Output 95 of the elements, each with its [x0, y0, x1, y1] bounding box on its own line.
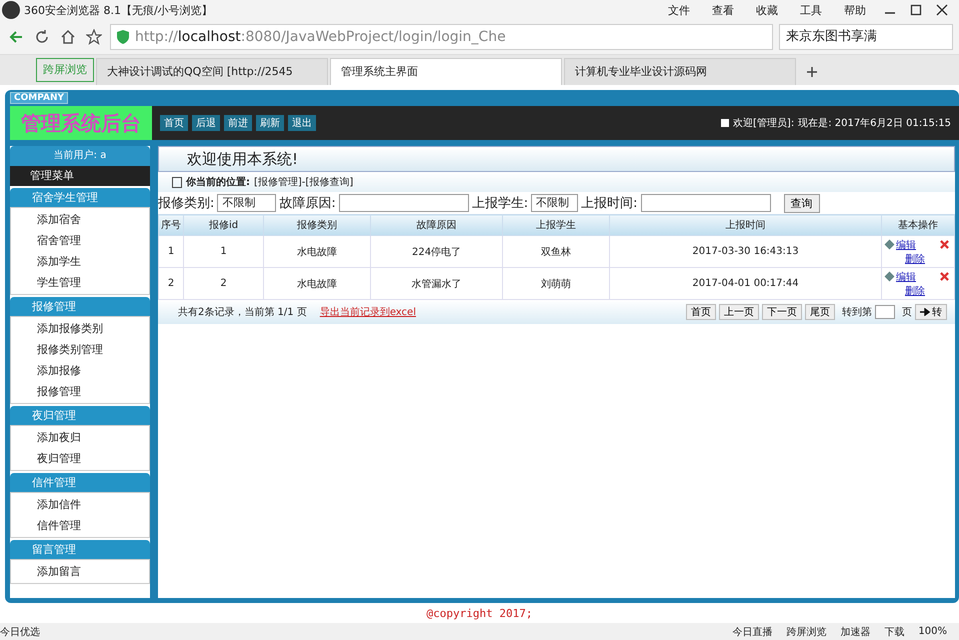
type-select[interactable]: 不限制 [217, 194, 276, 212]
welcome-banner: 欢迎使用本系统! [158, 146, 955, 172]
menu-item[interactable]: 收藏 [747, 2, 787, 18]
delete-link[interactable]: 删除 [905, 254, 925, 264]
status-item[interactable]: 下载 [884, 624, 904, 638]
column-header: 报修类别 [264, 214, 371, 236]
app-title: 管理系统后台 [10, 106, 152, 140]
address-field[interactable]: http://localhost:8080/JavaWebProject/login/login_Che [110, 24, 773, 50]
export-link[interactable]: 导出当前记录到excel [320, 305, 416, 319]
window-title: 360安全浏览器 8.1【无痕/小号浏览】 [24, 2, 213, 18]
time-field[interactable] [640, 194, 771, 212]
column-header: 序号 [158, 214, 184, 236]
table-cell: 双鱼林 [502, 236, 610, 268]
browser-tab[interactable]: 计算机专业毕业设计源码网 [564, 58, 796, 85]
delete-icon[interactable] [940, 240, 949, 249]
table-cell: 224停电了 [370, 236, 502, 268]
column-header: 故障原因 [370, 214, 502, 236]
page-field[interactable] [875, 305, 895, 319]
sidebar-item[interactable]: 添加留言 [11, 561, 149, 582]
delete-icon[interactable] [940, 272, 949, 281]
status-item[interactable]: 跨屏浏览 [786, 624, 826, 638]
zoom-level[interactable]: 100% [918, 626, 947, 637]
status-item[interactable]: 加速器 [840, 624, 870, 638]
record-summary: 共有2条记录，当前第 1/1 页 [178, 306, 307, 319]
sidebar-item[interactable]: 学生管理 [11, 272, 149, 293]
table-cell: 1 [184, 236, 264, 268]
filter-label: 上报学生: [472, 195, 528, 212]
sidebar-item[interactable]: 添加报修 [11, 360, 149, 381]
toolbar-button[interactable]: 首页 [160, 115, 188, 131]
shield-icon [117, 30, 129, 44]
sidebar-item[interactable]: 报修类别管理 [11, 339, 149, 360]
filter-label: 报修类别: [158, 195, 214, 212]
welcome-text: 欢迎[管理员]: [733, 116, 794, 130]
location-label: 你当前的位置: [186, 176, 250, 189]
menu-item[interactable]: 文件 [659, 2, 699, 18]
toolbar-button[interactable]: 后退 [192, 115, 220, 131]
query-button[interactable]: 查询 [784, 194, 820, 212]
column-header: 报修id [184, 214, 264, 236]
current-user-bar: 当前用户: a [10, 146, 150, 166]
table-cell: 2017-03-30 16:43:13 [610, 236, 882, 268]
status-text[interactable]: 今日优选 [0, 624, 40, 638]
filter-label: 故障原因: [279, 195, 336, 212]
reload-button[interactable] [34, 29, 50, 45]
delete-link[interactable]: 删除 [905, 286, 925, 296]
copyright-text: @copyright 2017; [426, 606, 534, 622]
pager-button[interactable]: 首页 [686, 304, 716, 320]
edit-link[interactable]: 编辑 [896, 270, 916, 284]
sidebar-item[interactable]: 夜归管理 [11, 448, 149, 469]
menu-title: 管理菜单 [10, 166, 150, 186]
filter-label: 上报时间: [581, 195, 638, 212]
column-header: 基本操作 [882, 214, 954, 236]
column-header: 上报学生 [502, 214, 610, 236]
sidebar-item[interactable]: 添加信件 [11, 494, 149, 515]
column-header: 上报时间 [610, 214, 882, 236]
breadcrumb: [报修管理]-[报修查询] [254, 176, 354, 189]
reason-field[interactable] [338, 194, 469, 212]
go-button[interactable]: 转 [915, 304, 947, 320]
square-icon [721, 119, 730, 127]
toolbar-button[interactable]: 退出 [288, 115, 316, 131]
arrow-icon [920, 308, 930, 316]
table-cell: 1 [158, 236, 184, 268]
browser-tab[interactable]: 大神设计调试的QQ空间 [http://2545 [96, 58, 328, 85]
sidebar-item[interactable]: 报修管理 [11, 381, 149, 402]
company-label: COMPANY [10, 92, 68, 104]
status-item[interactable]: 今日直播 [732, 624, 772, 638]
page-unit-label: 页 [902, 306, 912, 319]
student-select[interactable]: 不限制 [531, 194, 578, 212]
menu-item[interactable]: 工具 [791, 2, 831, 18]
pager-button[interactable]: 上一页 [719, 304, 759, 320]
maximize-button[interactable] [910, 4, 922, 16]
menu-item[interactable]: 查看 [703, 2, 743, 18]
browser-logo-icon [2, 1, 20, 19]
edit-link[interactable]: 编辑 [896, 238, 916, 252]
browser-tab[interactable]: 管理系统主界面 [330, 58, 562, 85]
sidebar-item[interactable]: 添加报修类别 [11, 318, 149, 339]
table-cell: 水电故障 [264, 236, 371, 268]
pager-button[interactable]: 下一页 [762, 304, 802, 320]
pager-button[interactable]: 尾页 [805, 304, 835, 320]
sidebar-item[interactable]: 添加宿舍 [11, 209, 149, 230]
new-tab-button[interactable] [806, 66, 818, 78]
sidebar-item[interactable]: 添加夜归 [11, 427, 149, 448]
toolbar-button[interactable]: 前进 [224, 115, 252, 131]
close-button[interactable] [936, 4, 948, 16]
search-field[interactable]: 来京东图书享满 [779, 24, 953, 50]
goto-label: 转到第 [842, 306, 872, 319]
menu-item[interactable]: 帮助 [835, 2, 875, 18]
sidebar-item[interactable]: 信件管理 [11, 515, 149, 536]
sidebar-item[interactable]: 添加学生 [11, 251, 149, 272]
current-time: 现在是: 2017年6月2日 01:15:15 [798, 117, 951, 130]
window-icon [172, 176, 182, 188]
sidebar-item[interactable]: 宿舍管理 [11, 230, 149, 251]
home-button[interactable] [60, 29, 76, 45]
star-icon[interactable] [86, 29, 102, 45]
toolbar-button[interactable]: 刷新 [256, 115, 284, 131]
back-button[interactable] [8, 29, 24, 45]
